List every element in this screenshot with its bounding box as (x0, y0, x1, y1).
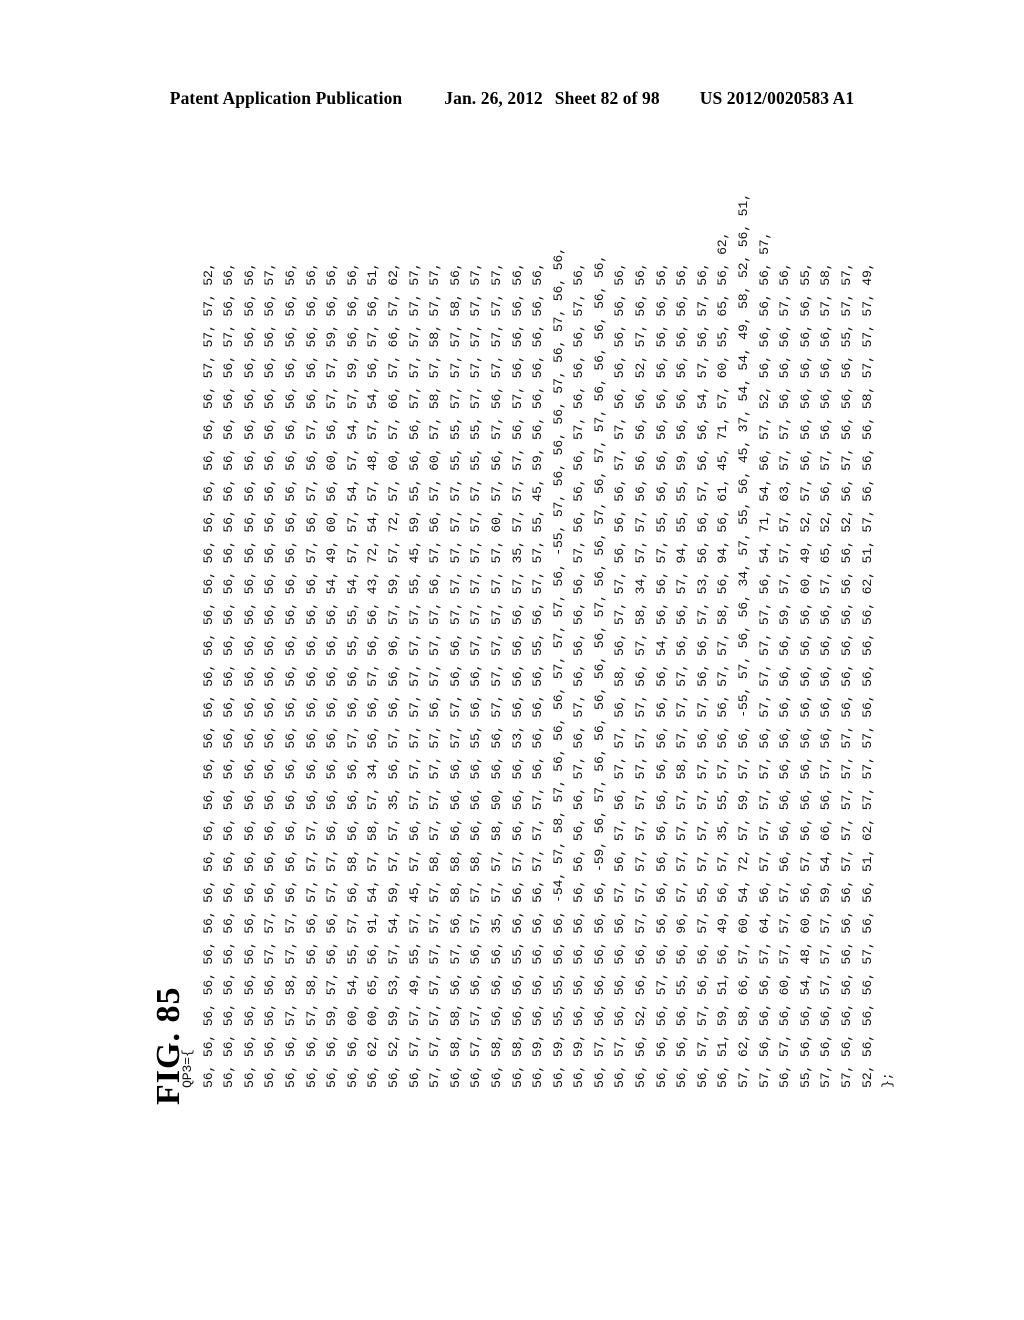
listing-line: 56, 56, 56, 56, 57, 57, 56, 56, 56, 56, … (262, 262, 278, 1088)
listing-line: }; (880, 1072, 896, 1088)
listing-line: 56, 56, 56, 55, 56, 96, 57, 57, 57, 57, … (674, 262, 690, 1088)
listing-line: 57, 62, 58, 66, 57, 60, 54, 72, 57, 59, … (736, 193, 752, 1088)
listing-line: 56, 57, 57, 56, 56, 57, 55, 57, 57, 57, … (694, 262, 710, 1088)
listing-line: 56, 51, 59, 51, 56, 49, 56, 57, 35, 55, … (715, 231, 731, 1088)
listing-line: 56, 59, 56, 56, 56, 56, 56, 56, 56, 56, … (571, 262, 587, 1088)
listing-line: 56, 58, 58, 56, 57, 56, 58, 58, 56, 56, … (447, 262, 463, 1088)
listing-line: 56, 52, 59, 53, 57, 54, 59, 57, 57, 35, … (385, 262, 401, 1088)
listing-line: 56, 57, 56, 56, 56, 56, 57, 56, 57, 56, … (612, 262, 628, 1088)
listing-line: 56, 57, 56, 56, 56, 56, 56, -59, 56, 57,… (591, 254, 607, 1088)
listing-line: 56, 57, 57, 56, 56, 57, 57, 58, 56, 56, … (468, 262, 484, 1088)
listing-line: 52, 56, 56, 56, 57, 56, 56, 51, 62, 57, … (859, 262, 875, 1088)
listing-line: 56, 57, 56, 60, 57, 57, 57, 56, 56, 56, … (777, 262, 793, 1088)
listing-line: QP3={ (180, 1049, 195, 1088)
listing-line: 56, 56, 56, 57, 56, 56, 56, 56, 56, 56, … (653, 262, 669, 1088)
listing-line: 56, 59, 55, 55, 56, 56, -54, 57, 58, 57,… (550, 247, 566, 1088)
listing-line: 56, 58, 56, 56, 56, 35, 57, 57, 58, 50, … (488, 262, 504, 1088)
listing-line: 57, 56, 56, 56, 56, 56, 56, 57, 57, 57, … (839, 262, 854, 1088)
listing-line: 56, 62, 60, 65, 56, 91, 54, 57, 58, 57, … (365, 262, 381, 1088)
listing-line: 55, 56, 56, 54, 48, 60, 56, 57, 56, 56, … (797, 262, 813, 1088)
listing-line: 56, 56, 60, 54, 55, 57, 56, 58, 56, 56, … (344, 262, 360, 1088)
listing-line: 57, 56, 56, 57, 57, 57, 59, 54, 66, 56, … (818, 262, 834, 1088)
listing-line: 57, 57, 57, 57, 57, 57, 57, 58, 57, 57, … (427, 262, 443, 1088)
qp3-array-listing: QP3={ 56, 56, 56, 56, 56, 56, 56, 56, 56,… (178, 193, 899, 1088)
listing-line: 56, 59, 56, 56, 56, 56, 56, 57, 57, 57, … (530, 262, 546, 1088)
listing-line: 56, 56, 56, 56, 56, 56, 56, 56, 56, 56, … (200, 262, 216, 1088)
listing-line: 56, 57, 57, 49, 55, 57, 45, 57, 56, 57, … (406, 262, 422, 1088)
figure-area: FIG. 85 QP3={56, 56, 56, 56, 56, 56, 56,… (0, 0, 1024, 1320)
listing-line: 56, 58, 56, 56, 55, 56, 56, 57, 56, 56, … (509, 262, 525, 1088)
listing-line: 56, 56, 56, 56, 56, 56, 56, 56, 56, 56, … (241, 262, 257, 1088)
listing-line: 57, 56, 56, 56, 57, 64, 56, 57, 57, 57, … (756, 231, 772, 1088)
code-listing-rotated-wrapper: QP3={ 56, 56, 56, 56, 56, 56, 56, 56, 56,… (178, 193, 899, 1088)
listing-line: 56, 56, 57, 58, 56, 56, 57, 57, 57, 56, … (303, 262, 319, 1088)
listing-line: 56, 56, 57, 58, 57, 57, 56, 56, 56, 56, … (282, 262, 298, 1088)
listing-line: 56, 56, 52, 56, 56, 57, 57, 57, 57, 57, … (633, 262, 649, 1088)
listing-line: 56, 56, 56, 56, 56, 56, 56, 56, 56, 56, … (221, 262, 237, 1088)
listing-line: 56, 56, 59, 57, 56, 56, 57, 57, 56, 56, … (324, 262, 340, 1088)
